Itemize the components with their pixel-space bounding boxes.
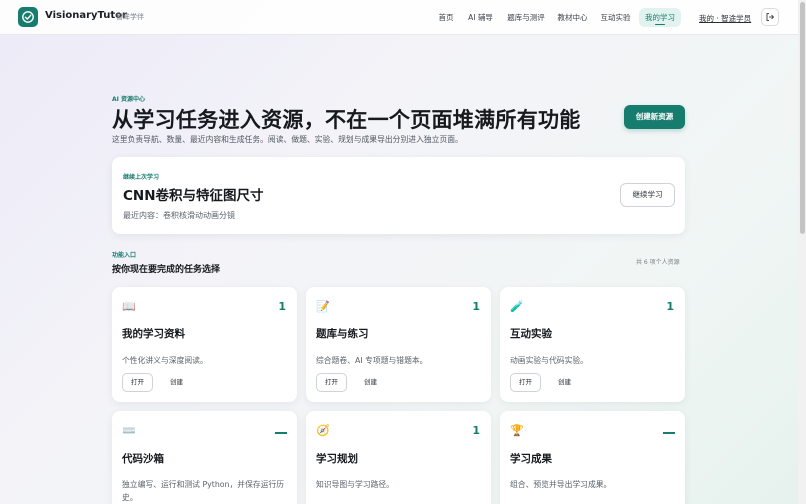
card-description: 组合、预览并导出学习成果。 — [510, 480, 612, 489]
nav-my-learning[interactable]: 我的学习 — [639, 8, 681, 27]
page-scrollbar[interactable] — [798, 0, 806, 504]
create-button[interactable]: 创建 — [364, 373, 377, 392]
nav-textbook-center[interactable]: 教材中心 — [554, 8, 591, 27]
card-title: 互动实验 — [510, 328, 552, 340]
continue-learning-button[interactable]: 继续学习 — [620, 183, 675, 207]
hero-eyebrow: AI 资源中心 — [112, 96, 145, 103]
page-title: 从学习任务进入资源，不在一个页面堆满所有功能 — [112, 108, 581, 132]
brand-subtitle: 智眸学伴 — [116, 13, 144, 21]
card-code-sandbox[interactable]: ⌨️ 代码沙箱 独立编写、运行和测试 Python，并保存运行历史。 — [112, 411, 297, 504]
section-title: 按你现在要完成的任务选择 — [112, 265, 221, 275]
logout-icon — [766, 13, 774, 21]
empty-count-dash — [275, 432, 287, 434]
card-interactive-lab[interactable]: 🧪 1 互动实验 动画实验与代码实验。 打开 创建 — [500, 287, 685, 402]
user-profile-link[interactable]: 我的 · 智途学员 — [699, 13, 751, 24]
create-resource-button[interactable]: 创建新资源 — [624, 105, 685, 129]
card-count: 1 — [472, 424, 480, 437]
card-learning-plan[interactable]: 🧭 1 学习规划 知识导图与学习路径。 — [306, 411, 491, 504]
card-learning-outcomes[interactable]: 🏆 学习成果 组合、预览并导出学习成果。 — [500, 411, 685, 504]
open-button[interactable]: 打开 — [316, 373, 347, 392]
open-button[interactable]: 打开 — [122, 373, 153, 392]
card-question-bank[interactable]: 📝 1 题库与练习 综合题卷、AI 专项题与错题本。 打开 创建 — [306, 287, 491, 402]
logo[interactable] — [18, 7, 38, 27]
card-count: 1 — [278, 300, 286, 313]
nav-ai-tutor[interactable]: AI 辅导 — [464, 8, 497, 27]
continue-title: CNN卷积与特征图尺寸 — [123, 188, 264, 204]
resource-count: 共 6 项个人资源 — [636, 259, 680, 266]
card-title: 代码沙箱 — [122, 453, 164, 465]
open-button[interactable]: 打开 — [510, 373, 541, 392]
nav-question-bank[interactable]: 题库与测评 — [503, 8, 549, 27]
nav-home[interactable]: 首页 — [433, 8, 459, 27]
card-title: 题库与练习 — [316, 328, 369, 340]
card-count: 1 — [666, 300, 674, 313]
recent-content: 最近内容：卷积核滑动动画分镜 — [123, 211, 235, 220]
card-title: 学习成果 — [510, 453, 552, 465]
card-title: 我的学习资料 — [122, 328, 185, 340]
keyboard-icon: ⌨️ — [122, 424, 136, 437]
scrollbar-thumb[interactable] — [800, 2, 805, 234]
card-description: 动画实验与代码实验。 — [510, 356, 588, 365]
check-shield-icon — [22, 11, 34, 23]
memo-icon: 📝 — [316, 300, 330, 313]
book-icon: 📖 — [122, 300, 136, 313]
continue-label: 继续上次学习 — [123, 174, 160, 181]
card-study-materials[interactable]: 📖 1 我的学习资料 个性化讲义与深度阅读。 打开 创建 — [112, 287, 297, 402]
card-description: 个性化讲义与深度阅读。 — [122, 356, 208, 365]
top-navbar: VisionaryTutor 智眸学伴 首页 AI 辅导 题库与测评 教材中心 … — [0, 0, 798, 35]
compass-icon: 🧭 — [316, 424, 330, 437]
logout-button[interactable] — [761, 8, 779, 26]
create-button[interactable]: 创建 — [558, 373, 571, 392]
create-button[interactable]: 创建 — [170, 373, 183, 392]
page-description: 这里负责导航、数量、最近内容和生成任务。阅读、做题、实验、规划与成果导出分别进入… — [112, 135, 463, 144]
trophy-icon: 🏆 — [510, 424, 524, 437]
continue-learning-card: 继续上次学习 CNN卷积与特征图尺寸 最近内容：卷积核滑动动画分镜 继续学习 — [112, 157, 685, 234]
test-tube-icon: 🧪 — [510, 300, 524, 313]
nav-interactive-lab[interactable]: 互动实验 — [597, 8, 634, 27]
section-eyebrow: 功能入口 — [112, 252, 137, 259]
card-description: 知识导图与学习路径。 — [316, 480, 394, 489]
card-description: 综合题卷、AI 专项题与错题本。 — [316, 356, 428, 365]
empty-count-dash — [663, 432, 675, 434]
brand-name[interactable]: VisionaryTutor — [45, 10, 127, 21]
card-count: 1 — [472, 300, 480, 313]
card-title: 学习规划 — [316, 453, 358, 465]
card-description: 独立编写、运行和测试 Python，并保存运行历史。 — [122, 480, 285, 502]
